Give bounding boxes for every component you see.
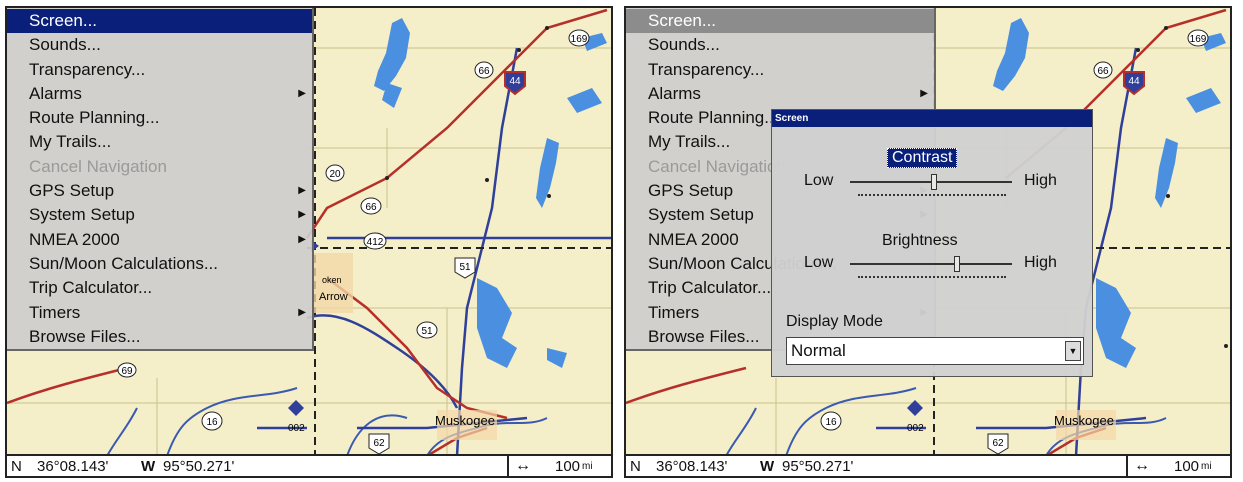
- route-shield: 66: [474, 61, 494, 79]
- menu-item-nmea-2000[interactable]: NMEA 2000▶: [7, 228, 312, 252]
- route-shield: 66: [1093, 61, 1113, 79]
- longitude-value: 95°50.271': [163, 457, 235, 475]
- map-scale-value: 100: [555, 457, 581, 475]
- status-bar: N 36°08.143' W 95°50.271' ↔ 100 mi: [7, 454, 611, 476]
- route-shield: 51: [416, 321, 438, 339]
- menu-item-transparency[interactable]: Transparency...: [7, 58, 312, 82]
- route-shield: 20: [325, 164, 345, 182]
- contrast-low-label: Low: [804, 172, 834, 189]
- menu-item-transparency[interactable]: Transparency...: [626, 58, 934, 82]
- dialog-title: Screen: [772, 110, 1092, 127]
- svg-text:66: 66: [1097, 66, 1109, 77]
- north-label: N: [11, 457, 22, 475]
- menu-item-cancel-navigation: Cancel Navigation: [29, 156, 167, 176]
- latitude-value: 36°08.143': [37, 457, 109, 475]
- map-scale-value: 100: [1174, 457, 1200, 475]
- submenu-arrow-icon: ▶: [298, 87, 306, 99]
- longitude-value: 95°50.271': [782, 457, 854, 475]
- svg-text:169: 169: [1190, 34, 1207, 45]
- svg-text:20: 20: [329, 169, 341, 180]
- north-label: N: [630, 457, 641, 475]
- map-label-broken: oken: [322, 275, 342, 285]
- west-label: W: [760, 457, 775, 475]
- contrast-label[interactable]: Contrast: [887, 148, 958, 168]
- svg-text:66: 66: [365, 202, 377, 213]
- submenu-arrow-icon: ▶: [298, 233, 306, 245]
- menu-item-alarms[interactable]: Alarms ▶: [7, 82, 312, 106]
- brightness-slider-ticks: [858, 276, 1006, 278]
- menu-item-alarms[interactable]: Alarms ▶: [626, 82, 934, 106]
- menu-item-trip-calculator[interactable]: Trip Calculator...: [7, 276, 312, 300]
- brightness-label: Brightness: [882, 232, 958, 249]
- route-shield: 412: [363, 232, 387, 250]
- map-label-muskogee: Muskogee: [435, 413, 495, 428]
- brightness-slider-track[interactable]: [850, 263, 1012, 265]
- svg-text:62: 62: [373, 438, 385, 449]
- menu-item-timers[interactable]: Timers▶: [7, 301, 312, 325]
- brightness-slider-thumb[interactable]: [953, 256, 960, 272]
- map-label-arrow: Arrow: [319, 291, 348, 303]
- svg-text:002: 002: [288, 423, 305, 434]
- menu-item-screen[interactable]: Screen...: [7, 9, 312, 34]
- latitude-value: 36°08.143': [656, 457, 728, 475]
- map-scale-unit: mi: [582, 460, 593, 472]
- gps-screen-left: oken Arrow 169 66 44 20 66 412 51 51 16 …: [5, 6, 613, 478]
- map-label-muskogee: Muskogee: [1054, 413, 1114, 428]
- svg-text:62: 62: [992, 438, 1004, 449]
- svg-text:169: 169: [571, 34, 588, 45]
- display-mode-select[interactable]: Normal ▼: [786, 337, 1084, 365]
- contrast-slider-ticks: [858, 194, 1006, 196]
- route-shield: 16: [820, 411, 842, 431]
- contrast-high-label: High: [1024, 172, 1057, 189]
- route-shield: 169: [1187, 29, 1209, 47]
- gps-screen-right: 169 66 44 16 62 002 Muskogee Screen... S…: [624, 6, 1232, 478]
- route-shield: 169: [568, 29, 590, 47]
- menu-item-sounds[interactable]: Sounds...: [626, 33, 934, 57]
- svg-text:44: 44: [509, 76, 521, 87]
- svg-text:69: 69: [121, 366, 133, 377]
- display-mode-value: Normal: [791, 341, 846, 360]
- svg-text:51: 51: [459, 262, 471, 273]
- west-label: W: [141, 457, 156, 475]
- route-shield: 69: [117, 362, 137, 378]
- status-divider: [1126, 456, 1128, 476]
- zoom-range-icon: ↔: [515, 457, 531, 474]
- svg-text:44: 44: [1128, 76, 1140, 87]
- menu-item-screen[interactable]: Screen...: [626, 9, 934, 34]
- svg-text:16: 16: [206, 417, 218, 428]
- svg-text:412: 412: [367, 237, 384, 248]
- submenu-arrow-icon: ▶: [920, 87, 928, 99]
- svg-text:51: 51: [421, 326, 433, 337]
- menu-item-sounds[interactable]: Sounds...: [7, 33, 312, 57]
- menu-item-system-setup[interactable]: System Setup▶: [7, 203, 312, 227]
- brightness-low-label: Low: [804, 254, 834, 271]
- dropdown-arrow-icon[interactable]: ▼: [1065, 341, 1081, 361]
- menu-item-route-planning[interactable]: Route Planning...: [7, 106, 312, 130]
- menu-item-gps-setup[interactable]: GPS Setup▶: [7, 179, 312, 203]
- menu-item-my-trails[interactable]: My Trails...: [7, 130, 312, 154]
- status-divider: [507, 456, 509, 476]
- submenu-arrow-icon: ▶: [298, 306, 306, 318]
- zoom-range-icon: ↔: [1134, 457, 1150, 474]
- display-mode-label: Display Mode: [786, 313, 883, 330]
- brightness-high-label: High: [1024, 254, 1057, 271]
- menu-item-sun-moon[interactable]: Sun/Moon Calculations...: [7, 252, 312, 276]
- route-shield: 66: [360, 197, 382, 215]
- submenu-arrow-icon: ▶: [298, 209, 306, 221]
- screen-dialog: Screen Contrast Low High Brightness Low …: [771, 109, 1093, 377]
- svg-text:002: 002: [907, 423, 924, 434]
- main-menu: Screen... Sounds... Transparency... Alar…: [7, 8, 314, 352]
- route-shield: 16: [201, 411, 223, 431]
- svg-text:16: 16: [825, 417, 837, 428]
- menu-item-browse-files[interactable]: Browse Files...: [7, 325, 312, 349]
- svg-text:66: 66: [478, 66, 490, 77]
- map-scale-unit: mi: [1201, 460, 1212, 472]
- submenu-arrow-icon: ▶: [298, 185, 306, 197]
- contrast-slider-thumb[interactable]: [931, 174, 938, 190]
- status-bar: N 36°08.143' W 95°50.271' ↔ 100 mi: [626, 454, 1230, 476]
